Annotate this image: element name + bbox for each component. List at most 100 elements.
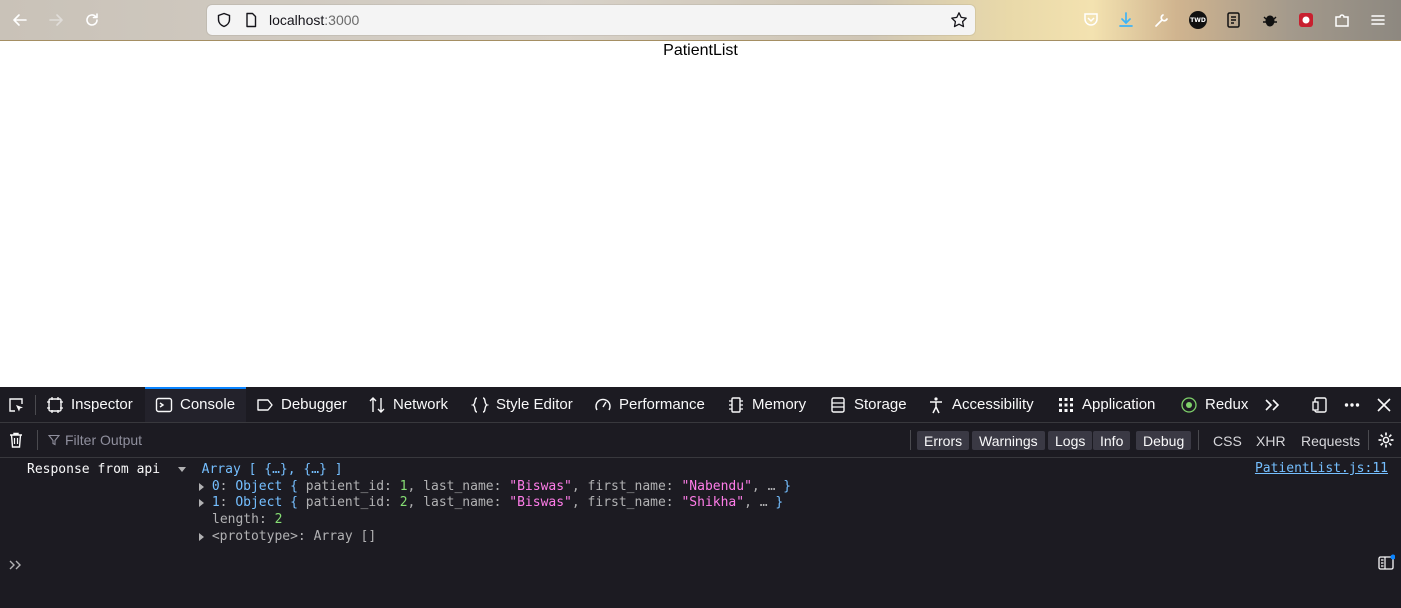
tab-label: Console: [180, 396, 236, 413]
filter-css-toggle[interactable]: CSS: [1213, 431, 1242, 450]
tab-debugger[interactable]: Debugger: [256, 387, 347, 422]
back-button[interactable]: [8, 8, 32, 32]
back-arrow-icon: [13, 14, 27, 26]
prototype-row[interactable]: <prototype>: Array []: [199, 529, 376, 544]
pocket-button[interactable]: [1081, 10, 1101, 30]
downloads-button[interactable]: [1116, 10, 1136, 30]
url-host: localhost: [269, 12, 325, 28]
tab-storage[interactable]: Storage: [829, 387, 907, 422]
level-warnings-toggle[interactable]: Warnings: [972, 431, 1045, 450]
console-settings-button[interactable]: [1376, 430, 1396, 450]
object-row-0[interactable]: 0: Object { patient_id: 1, last_name: "B…: [199, 479, 791, 494]
url-bar[interactable]: localhost:3000: [207, 5, 975, 35]
url-text[interactable]: localhost:3000: [269, 12, 359, 28]
bookmark-star-icon[interactable]: [950, 11, 968, 29]
reload-icon: [86, 13, 98, 26]
puzzle-icon: [1335, 14, 1349, 27]
console-icon: [155, 397, 173, 412]
editor-mode-button[interactable]: [1376, 553, 1396, 573]
collapsed-triangle-icon: [199, 482, 204, 491]
extension-twd-button[interactable]: TWD: [1188, 10, 1208, 30]
level-logs-toggle[interactable]: Logs: [1048, 431, 1093, 450]
devtools-tab-bar: Inspector Console Debugger Network Style…: [0, 387, 1401, 423]
extension-red-button[interactable]: [1296, 10, 1316, 30]
download-icon: [1119, 12, 1133, 27]
element-picker-button[interactable]: [6, 395, 26, 415]
tab-memory[interactable]: Memory: [727, 387, 806, 422]
extension-notes-button[interactable]: [1224, 10, 1244, 30]
editor-mode-icon: [1378, 554, 1395, 570]
element-picker-icon: [9, 398, 23, 412]
tab-label: Inspector: [71, 396, 133, 413]
hamburger-menu-icon: [1371, 15, 1385, 25]
gear-icon: [1378, 432, 1394, 448]
collapsed-triangle-icon: [199, 498, 204, 507]
page-viewport: PatientList: [0, 41, 1401, 387]
twd-badge-icon: TWD: [1189, 11, 1207, 29]
tab-label: Application: [1082, 396, 1156, 413]
tab-network[interactable]: Network: [368, 387, 448, 422]
tab-inspector[interactable]: Inspector: [46, 387, 133, 422]
tab-label: Storage: [854, 396, 907, 413]
filter-requests-toggle[interactable]: Requests: [1301, 431, 1360, 450]
page-info-icon[interactable]: [243, 12, 259, 28]
console-prompt: [6, 555, 26, 575]
close-icon: [1377, 398, 1391, 412]
tab-console[interactable]: Console: [155, 387, 235, 422]
tab-performance[interactable]: Performance: [594, 387, 705, 422]
responsive-design-icon: [1312, 397, 1327, 413]
reload-button[interactable]: [80, 8, 104, 32]
prompt-chevron-icon: [9, 560, 21, 570]
filter-output-input[interactable]: Filter Output: [48, 423, 142, 457]
console-input-row[interactable]: [0, 549, 1401, 608]
devtools-options-button[interactable]: [1342, 395, 1362, 415]
tab-redux[interactable]: Redux: [1180, 387, 1248, 422]
array-summary-toggle[interactable]: Array [ {…}, {…} ]: [178, 462, 343, 477]
debugger-icon: [257, 398, 273, 411]
level-info-toggle[interactable]: Info: [1093, 431, 1131, 450]
filter-separator: [910, 430, 911, 450]
level-debug-toggle[interactable]: Debug: [1136, 431, 1192, 450]
application-icon: [1059, 397, 1073, 412]
trash-icon: [10, 432, 22, 448]
double-chevron-right-icon: [1265, 399, 1280, 411]
app-menu-button[interactable]: [1368, 10, 1388, 30]
filter-xhr-toggle[interactable]: XHR: [1256, 431, 1286, 450]
filter-separator: [37, 430, 38, 450]
tab-label: Style Editor: [496, 396, 573, 413]
console-output: Response from api Array [ {…}, {…} ] Pat…: [0, 458, 1401, 550]
more-tabs-button[interactable]: [1262, 395, 1282, 415]
extension-tools-button[interactable]: [1152, 10, 1172, 30]
filter-separator: [1368, 430, 1369, 450]
wrench-icon: [1155, 14, 1168, 27]
expanded-triangle-icon: [178, 467, 186, 472]
notes-icon: [1227, 12, 1240, 28]
tab-style-editor[interactable]: Style Editor: [471, 387, 573, 422]
performance-icon: [595, 398, 611, 410]
devtools-panel: Inspector Console Debugger Network Style…: [0, 387, 1401, 608]
close-devtools-button[interactable]: [1374, 395, 1394, 415]
tab-application[interactable]: Application: [1057, 387, 1155, 422]
tab-label: Accessibility: [952, 396, 1034, 413]
clear-console-button[interactable]: [6, 430, 26, 450]
tab-label: Debugger: [281, 396, 347, 413]
responsive-design-button[interactable]: [1310, 395, 1330, 415]
array-length-row: length: 2: [212, 512, 283, 527]
console-filter-bar: Filter Output Errors Warnings Logs Info …: [0, 423, 1401, 458]
extensions-puzzle-button[interactable]: [1332, 10, 1352, 30]
forward-button[interactable]: [44, 8, 68, 32]
tracking-shield-icon[interactable]: [216, 12, 232, 28]
tab-label: Network: [393, 396, 449, 413]
accessibility-icon: [930, 396, 942, 413]
console-message-label: Response from api: [27, 462, 161, 477]
source-location-link[interactable]: PatientList.js:11: [1255, 461, 1388, 476]
level-errors-toggle[interactable]: Errors: [917, 431, 970, 450]
browser-toolbar: localhost:3000 TWD: [0, 0, 1401, 41]
object-row-1[interactable]: 1: Object { patient_id: 2, last_name: "B…: [199, 495, 783, 510]
tab-separator: [35, 395, 36, 415]
tab-accessibility[interactable]: Accessibility: [927, 387, 1034, 422]
storage-icon: [831, 396, 845, 413]
extension-bug-button[interactable]: [1260, 10, 1280, 30]
bug-icon: [1263, 15, 1277, 27]
tab-label: Performance: [619, 396, 705, 413]
